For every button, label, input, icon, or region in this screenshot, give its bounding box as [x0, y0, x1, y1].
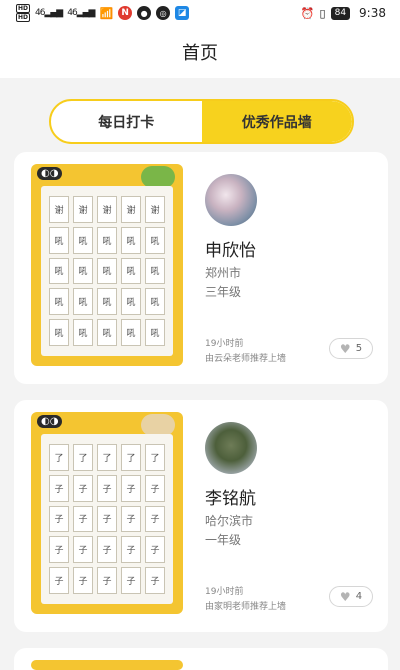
like-button[interactable]: ♥ 4: [329, 586, 373, 607]
message-app-icon: ◪: [175, 6, 190, 20]
battery-icon: 84: [330, 6, 351, 20]
handwriting-sheet: 谢谢谢谢谢 吼吼吼吼吼 吼吼吼吼吼 吼吼吼吼吼 吼吼吼吼吼: [41, 186, 173, 356]
page-title: 首页: [182, 43, 218, 64]
signal-icon-2: 46▂▄▆: [67, 8, 95, 18]
student-grade: 一年级: [205, 533, 242, 547]
avatar[interactable]: [205, 422, 257, 474]
tab-daily-checkin[interactable]: 每日打卡: [51, 101, 202, 142]
notification-icon: N: [118, 6, 133, 20]
avatar[interactable]: [205, 174, 257, 226]
student-name: 李铭航: [205, 489, 256, 509]
hd-icon: HD HD: [16, 4, 31, 22]
sheet-logo-icon: ◐◑: [37, 415, 63, 428]
student-city: 哈尔滨市: [205, 514, 254, 528]
student-name: 申欣怡: [205, 241, 256, 261]
work-photo[interactable]: ◐◑ 谢谢谢谢谢 吼吼吼吼吼 吼吼吼吼吼 吼吼吼吼吼 吼吼吼吼吼: [31, 164, 183, 366]
heart-icon: ♥: [339, 341, 351, 356]
recommend-text: 由云朵老师推荐上墙: [205, 354, 287, 364]
work-photo[interactable]: ◐◑ 了了了了了 子子子子子 子子子子子 子子子子子 子子子子子: [31, 412, 183, 614]
recommend-text: 由家明老师推荐上墙: [205, 602, 287, 612]
work-card[interactable]: ◐◑ 了了了了了 子子子子子 子子子子子 子子子子子 子子子子子 李铭航 哈尔滨…: [14, 400, 388, 632]
student-grade: 三年级: [205, 285, 242, 299]
wifi-icon: 📶: [99, 6, 114, 20]
status-right: ⏰ ▯ 84 9:38: [301, 6, 386, 20]
clock: 9:38: [359, 6, 386, 20]
chat-icon: ●: [137, 6, 152, 20]
app-icon: ◎: [156, 6, 171, 20]
student-city: 郑州市: [205, 266, 242, 280]
vibrate-icon: ▯: [319, 6, 326, 20]
sheet-decoration-icon: [141, 414, 175, 436]
work-photo[interactable]: [31, 660, 183, 670]
tab-excellent-works[interactable]: 优秀作品墙: [201, 101, 352, 142]
like-count: 5: [355, 343, 363, 354]
status-left: HD HD 46▂▄▆ 46▂▄▆ 📶 N ● ◎ ◪: [16, 4, 190, 22]
signal-icon: 46▂▄▆: [35, 8, 63, 18]
handwriting-sheet: 了了了了了 子子子子子 子子子子子 子子子子子 子子子子子: [41, 434, 173, 604]
heart-icon: ♥: [339, 589, 351, 604]
work-card[interactable]: ◐◑ 谢谢谢谢谢 吼吼吼吼吼 吼吼吼吼吼 吼吼吼吼吼 吼吼吼吼吼 申欣怡 郑州市…: [14, 152, 388, 384]
post-time: 19小时前: [205, 339, 244, 349]
sheet-decoration-icon: [141, 166, 175, 188]
like-button[interactable]: ♥ 5: [329, 338, 373, 359]
work-card[interactable]: [14, 648, 388, 670]
tab-switch: 每日打卡 优秀作品墙: [49, 99, 354, 144]
alarm-icon: ⏰: [300, 6, 315, 20]
status-bar: HD HD 46▂▄▆ 46▂▄▆ 📶 N ● ◎ ◪ ⏰ ▯ 84 9:38: [0, 0, 400, 26]
post-time: 19小时前: [205, 587, 244, 597]
header: 首页: [0, 26, 400, 78]
sheet-logo-icon: ◐◑: [37, 167, 63, 180]
like-count: 4: [355, 591, 363, 602]
